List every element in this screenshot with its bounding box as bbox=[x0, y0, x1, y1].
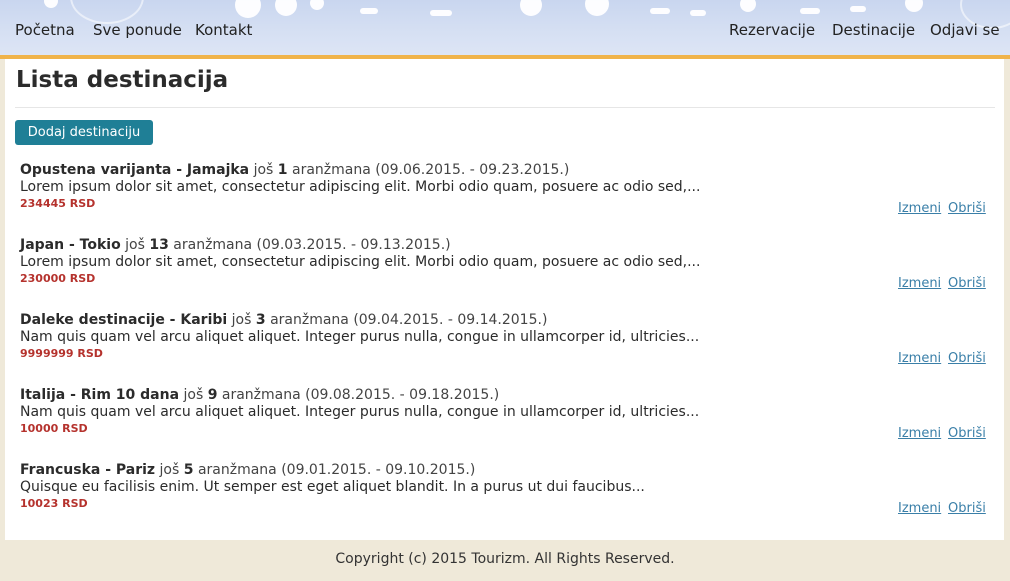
decorative-dot bbox=[275, 0, 297, 16]
destination-remaining-prefix: još bbox=[231, 312, 252, 328]
nav-reservations-link[interactable]: Rezervacije bbox=[729, 21, 815, 39]
delete-link[interactable]: Obriši bbox=[948, 501, 986, 516]
destination-name: Italija - Rim 10 dana bbox=[20, 387, 180, 403]
destination-name: Japan - Tokio bbox=[20, 237, 121, 253]
page-title: Lista destinacija bbox=[16, 67, 229, 93]
destination-item: Italija - Rim 10 dana još 9 aranžmana (0… bbox=[20, 387, 990, 457]
decorative-dot bbox=[235, 0, 261, 18]
destination-count: 9 bbox=[207, 387, 218, 403]
edit-link[interactable]: Izmeni bbox=[898, 426, 941, 441]
destination-remaining-prefix: još bbox=[159, 462, 180, 478]
destination-name: Daleke destinacije - Karibi bbox=[20, 312, 228, 328]
delete-link[interactable]: Obriši bbox=[948, 351, 986, 366]
destination-count: 1 bbox=[277, 162, 288, 178]
destination-dates: aranžmana (09.06.2015. - 09.23.2015.) bbox=[292, 162, 570, 178]
destination-dates: aranžmana (09.03.2015. - 09.13.2015.) bbox=[173, 237, 451, 253]
destination-remaining-prefix: još bbox=[125, 237, 145, 253]
decorative-dot bbox=[310, 0, 324, 10]
destination-title: Opustena varijanta - Jamajka još 1 aranž… bbox=[20, 162, 569, 178]
edit-link[interactable]: Izmeni bbox=[898, 351, 941, 366]
top-navigation-bar: Početna Sve ponude Kontakt Rezervacije D… bbox=[0, 0, 1010, 59]
decorative-dot bbox=[585, 0, 609, 16]
destination-description: Nam quis quam vel arcu aliquet aliquet. … bbox=[20, 329, 700, 345]
destination-remaining-prefix: još bbox=[253, 162, 274, 178]
destination-name: Francuska - Pariz bbox=[20, 462, 156, 478]
footer-copyright: Copyright (c) 2015 Tourizm. All Rights R… bbox=[335, 551, 675, 567]
destination-count: 5 bbox=[183, 462, 194, 478]
destination-price: 9999999 RSD bbox=[20, 347, 103, 360]
decorative-dot bbox=[905, 0, 923, 12]
destination-dates: aranžmana (09.04.2015. - 09.14.2015.) bbox=[270, 312, 548, 328]
decorative-dot bbox=[520, 0, 542, 16]
delete-link[interactable]: Obriši bbox=[948, 201, 986, 216]
destination-description: Nam quis quam vel arcu aliquet aliquet. … bbox=[20, 404, 700, 420]
decorative-dot bbox=[44, 0, 58, 8]
decorative-dash bbox=[800, 8, 820, 14]
destination-count: 3 bbox=[255, 312, 266, 328]
nav-home-link[interactable]: Početna bbox=[15, 21, 75, 39]
add-destination-button[interactable]: Dodaj destinaciju bbox=[15, 120, 153, 145]
destination-title: Japan - Tokio još 13 aranžmana (09.03.20… bbox=[20, 237, 451, 253]
content-panel: Lista destinacija Dodaj destinaciju Opus… bbox=[5, 59, 1004, 540]
destination-dates: aranžmana (09.01.2015. - 09.10.2015.) bbox=[197, 462, 476, 478]
decorative-dash bbox=[650, 8, 670, 14]
nav-all-offers-link[interactable]: Sve ponude bbox=[93, 21, 182, 39]
destination-price: 230000 RSD bbox=[20, 272, 96, 285]
nav-destinations-link[interactable]: Destinacije bbox=[832, 21, 915, 39]
decorative-dash bbox=[690, 10, 706, 16]
decorative-dash bbox=[850, 6, 866, 12]
edit-link[interactable]: Izmeni bbox=[898, 201, 941, 216]
title-divider bbox=[15, 107, 995, 108]
decorative-dash bbox=[360, 8, 378, 14]
destination-title: Francuska - Pariz još 5 aranžmana (09.01… bbox=[20, 462, 475, 478]
destination-remaining-prefix: još bbox=[183, 387, 204, 403]
nav-logout-link[interactable]: Odjavi se bbox=[930, 21, 1000, 39]
decorative-dot bbox=[740, 0, 756, 12]
destination-item: Opustena varijanta - Jamajka još 1 aranž… bbox=[20, 162, 990, 232]
destination-name: Opustena varijanta - Jamajka bbox=[20, 162, 250, 178]
destination-item: Japan - Tokio još 13 aranžmana (09.03.20… bbox=[20, 237, 990, 307]
destination-description: Lorem ipsum dolor sit amet, consectetur … bbox=[20, 254, 701, 270]
destination-count: 13 bbox=[149, 237, 169, 253]
destination-price: 10000 RSD bbox=[20, 422, 88, 435]
destination-description: Quisque eu facilisis enim. Ut semper est… bbox=[20, 479, 645, 495]
decorative-dash bbox=[430, 10, 452, 16]
delete-link[interactable]: Obriši bbox=[948, 426, 986, 441]
destination-price: 10023 RSD bbox=[20, 497, 88, 510]
edit-link[interactable]: Izmeni bbox=[898, 276, 941, 291]
destination-title: Italija - Rim 10 dana još 9 aranžmana (0… bbox=[20, 387, 499, 403]
destination-dates: aranžmana (09.08.2015. - 09.18.2015.) bbox=[221, 387, 500, 403]
destination-item: Francuska - Pariz još 5 aranžmana (09.01… bbox=[20, 462, 990, 532]
destination-price: 234445 RSD bbox=[20, 197, 96, 210]
delete-link[interactable]: Obriši bbox=[948, 276, 986, 291]
destination-description: Lorem ipsum dolor sit amet, consectetur … bbox=[20, 179, 701, 195]
destination-title: Daleke destinacije - Karibi još 3 aranžm… bbox=[20, 312, 547, 328]
nav-contact-link[interactable]: Kontakt bbox=[195, 21, 252, 39]
destination-item: Daleke destinacije - Karibi još 3 aranžm… bbox=[20, 312, 990, 382]
edit-link[interactable]: Izmeni bbox=[898, 501, 941, 516]
